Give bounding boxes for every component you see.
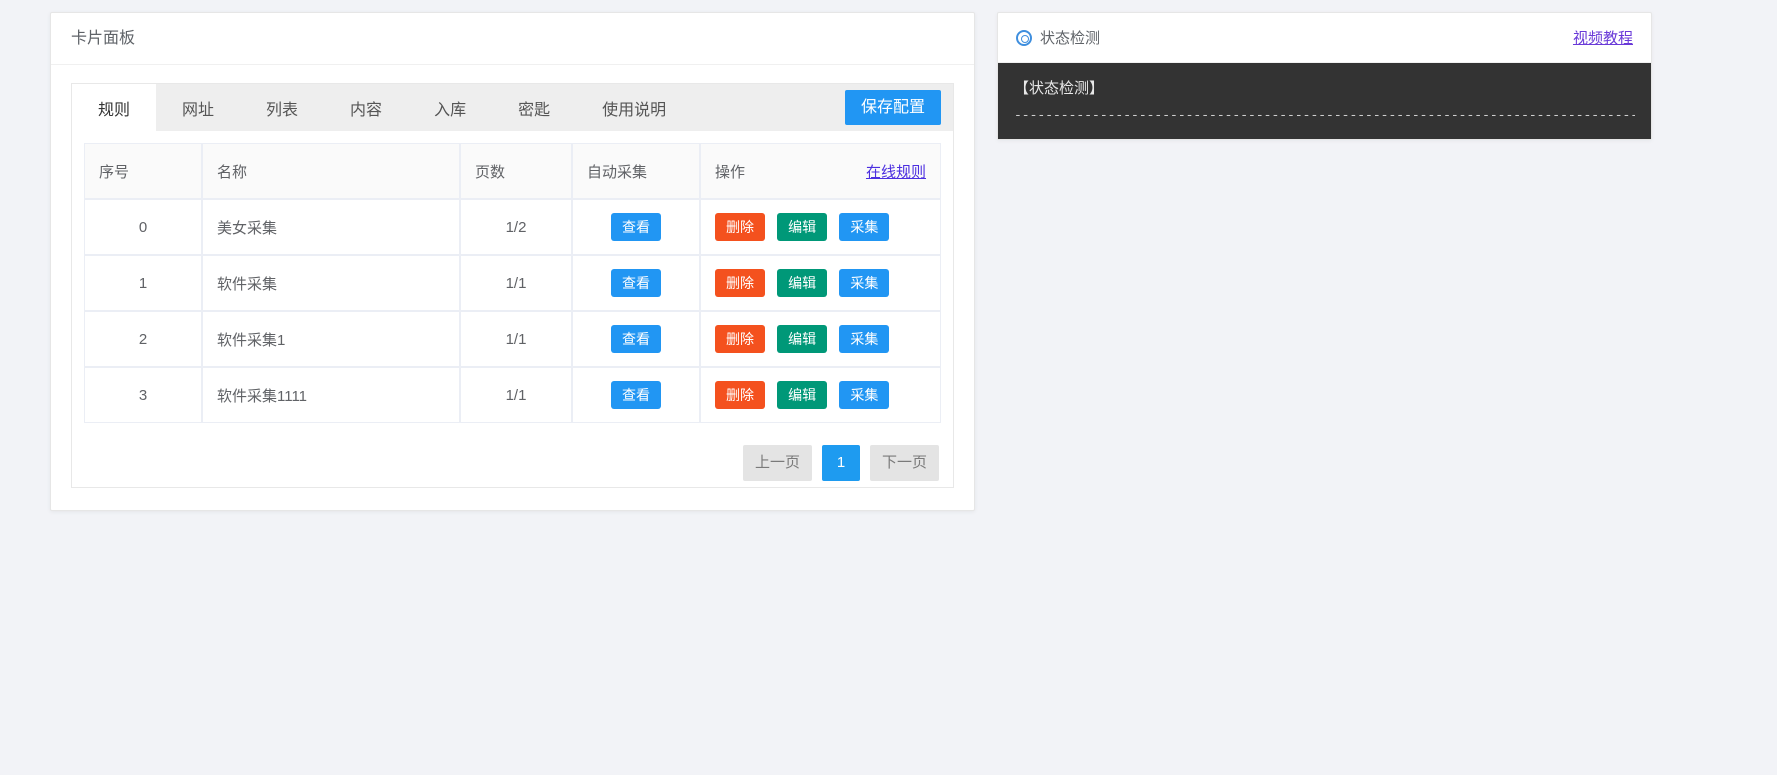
edit-button[interactable]: 编辑: [777, 380, 828, 410]
tab-bar: 规则 网址 列表 内容 入库 密匙 使用说明 保存配置: [71, 83, 954, 131]
header-operations: 操作 在线规则: [700, 143, 941, 199]
cell-pages: 1/2: [460, 199, 572, 255]
collect-button[interactable]: 采集: [839, 268, 890, 298]
app-root: 卡片面板 规则 网址 列表 内容 入库 密匙 使用说明 保存配置 序号 名称 页…: [0, 0, 1777, 775]
status-panel-title: 状态检测: [1040, 30, 1101, 47]
console-separator: ----------------------------------------…: [1014, 108, 1635, 123]
console-heading: 【状态检测】: [1014, 80, 1105, 97]
cell-pages: 1/1: [460, 311, 572, 367]
status-panel: 状态检测 视频教程 【状态检测】 -----------------------…: [997, 12, 1652, 140]
cell-name: 软件采集1: [202, 311, 460, 367]
tab-storage[interactable]: 入库: [408, 84, 492, 131]
delete-button[interactable]: 删除: [715, 268, 765, 298]
cell-operations: 删除 编辑 采集: [700, 255, 941, 311]
delete-button[interactable]: 删除: [715, 380, 765, 410]
header-auto-collect: 自动采集: [572, 143, 700, 199]
cell-pages: 1/1: [460, 367, 572, 423]
view-button[interactable]: 查看: [611, 380, 661, 410]
cell-index: 2: [84, 311, 202, 367]
card-title: 卡片面板: [51, 13, 974, 65]
tab-url[interactable]: 网址: [156, 84, 240, 131]
cell-pages: 1/1: [460, 255, 572, 311]
collect-button[interactable]: 采集: [839, 380, 890, 410]
tab-key[interactable]: 密匙: [492, 84, 576, 131]
view-button[interactable]: 查看: [611, 324, 661, 354]
card-body: 规则 网址 列表 内容 入库 密匙 使用说明 保存配置 序号 名称 页数 自动采…: [51, 65, 974, 510]
table-row: 0 美女采集 1/2 查看 删除 编辑 采集: [84, 199, 941, 255]
header-pages: 页数: [460, 143, 572, 199]
prev-page-button[interactable]: 上一页: [742, 445, 812, 481]
cell-name: 美女采集: [202, 199, 460, 255]
table-row: 2 软件采集1 1/1 查看 删除 编辑 采集: [84, 311, 941, 367]
header-operations-label: 操作: [715, 163, 746, 181]
tab-rules[interactable]: 规则: [72, 84, 157, 131]
tab-usage[interactable]: 使用说明: [576, 84, 692, 131]
header-index: 序号: [84, 143, 202, 199]
cell-name: 软件采集: [202, 255, 460, 311]
tab-content[interactable]: 内容: [324, 84, 408, 131]
cell-operations: 删除 编辑 采集: [700, 199, 941, 255]
rules-table: 序号 名称 页数 自动采集 操作 在线规则 0 美女采集 1/2 查看 删除 编…: [84, 143, 941, 423]
collect-button[interactable]: 采集: [839, 324, 890, 354]
table-header-row: 序号 名称 页数 自动采集 操作 在线规则: [84, 143, 941, 199]
delete-button[interactable]: 删除: [715, 324, 765, 354]
header-name: 名称: [202, 143, 460, 199]
tab-list[interactable]: 列表: [240, 84, 324, 131]
cell-name: 软件采集1111: [202, 367, 460, 423]
online-rules-link[interactable]: 在线规则: [866, 161, 926, 182]
rules-table-head: 序号 名称 页数 自动采集 操作 在线规则: [84, 143, 941, 199]
collect-button[interactable]: 采集: [839, 212, 890, 242]
pagination: 上一页 1 下一页: [84, 423, 941, 487]
status-panel-header: 状态检测 视频教程: [998, 13, 1651, 63]
rules-table-container: 序号 名称 页数 自动采集 操作 在线规则 0 美女采集 1/2 查看 删除 编…: [71, 131, 954, 488]
cell-index: 3: [84, 367, 202, 423]
video-tutorial-link[interactable]: 视频教程: [1573, 27, 1633, 48]
card-panel: 卡片面板 规则 网址 列表 内容 入库 密匙 使用说明 保存配置 序号 名称 页…: [50, 12, 975, 511]
view-button[interactable]: 查看: [611, 268, 661, 298]
page-number-1[interactable]: 1: [821, 445, 860, 481]
delete-button[interactable]: 删除: [715, 212, 765, 242]
save-config-button[interactable]: 保存配置: [844, 89, 941, 126]
edit-button[interactable]: 编辑: [777, 212, 828, 242]
cell-auto-collect: 查看: [572, 255, 700, 311]
edit-button[interactable]: 编辑: [777, 268, 828, 298]
cell-operations: 删除 编辑 采集: [700, 367, 941, 423]
edit-button[interactable]: 编辑: [777, 324, 828, 354]
cell-auto-collect: 查看: [572, 199, 700, 255]
next-page-button[interactable]: 下一页: [869, 445, 939, 481]
cell-index: 0: [84, 199, 202, 255]
header-operations-inner: 操作 在线规则: [715, 161, 926, 182]
cell-index: 1: [84, 255, 202, 311]
tab-bar-spacer: [692, 84, 845, 131]
cell-auto-collect: 查看: [572, 311, 700, 367]
table-row: 1 软件采集 1/1 查看 删除 编辑 采集: [84, 255, 941, 311]
cell-auto-collect: 查看: [572, 367, 700, 423]
rules-table-body: 0 美女采集 1/2 查看 删除 编辑 采集 1 软件采集 1/1 查看 删除 …: [84, 199, 941, 423]
cell-operations: 删除 编辑 采集: [700, 311, 941, 367]
status-console[interactable]: 【状态检测】 ---------------------------------…: [998, 63, 1651, 139]
table-row: 3 软件采集1111 1/1 查看 删除 编辑 采集: [84, 367, 941, 423]
target-icon: [1016, 29, 1032, 46]
view-button[interactable]: 查看: [611, 212, 661, 242]
